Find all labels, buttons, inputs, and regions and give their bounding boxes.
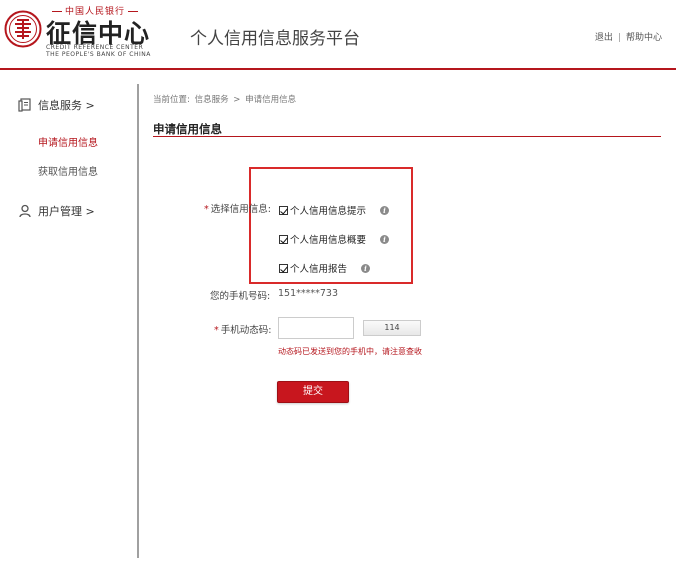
help-center-link[interactable]: 帮助中心 [626,33,662,43]
logout-link[interactable]: 退出 [595,33,613,43]
info-icon[interactable]: i [380,205,390,215]
option-credit-report: 个人信用报告 i [279,261,371,275]
resend-code-countdown-button[interactable]: 114 [363,320,421,336]
breadcrumb-separator: > [233,95,241,105]
required-marker: * [204,204,209,215]
page-title: 申请信用信息 [153,122,222,136]
option-label[interactable]: 个人信用信息提示 [290,203,366,217]
top-links-separator: | [617,33,621,43]
breadcrumb: 当前位置: 信息服务 > 申请信用信息 [153,93,298,105]
page-header: 中国人民银行 征信中心 CREDIT REFERENCE CENTER THE … [0,0,676,70]
dynamic-code-input[interactable] [278,317,354,339]
logo-english-line1: CREDIT REFERENCE CENTER [46,44,144,51]
logo-emblem-icon [4,10,42,48]
select-credit-info-label: * 选择信用信息: [204,201,271,215]
title-divider [153,136,661,137]
dynamic-code-label: * 手机动态码: [214,322,271,336]
option-credit-info-alert: 个人信用信息提示 i [279,203,390,217]
sidebar-item-get-credit-info[interactable]: 获取信用信息 [38,163,98,178]
submit-button[interactable]: 提交 [277,381,349,403]
credit-info-summary-checkbox[interactable] [279,234,288,244]
phone-number-label: 您的手机号码: [210,291,271,302]
breadcrumb-level2: 申请信用信息 [245,95,297,105]
sidebar-section-info-service[interactable]: 信息服务 > [18,97,95,113]
option-credit-info-summary: 个人信用信息概要 i [279,232,390,246]
required-marker: * [214,325,219,336]
breadcrumb-prefix: 当前位置: [153,95,190,105]
option-label[interactable]: 个人信用报告 [290,261,347,275]
header-divider [0,68,676,70]
top-links: 退出 | 帮助中心 [595,30,662,43]
credit-report-checkbox[interactable] [279,263,288,273]
sidebar-section-label: 信息服务 > [38,99,95,112]
breadcrumb-level1[interactable]: 信息服务 [195,95,229,105]
info-icon[interactable]: i [361,263,371,273]
sidebar-item-apply-credit-info[interactable]: 申请信用信息 [38,134,98,149]
logo-english-line2: THE PEOPLE'S BANK OF CHINA [46,51,151,58]
dynamic-code-label-text: 手机动态码: [220,325,272,336]
select-credit-info-label-text: 选择信用信息: [210,204,271,215]
user-icon [19,204,31,218]
code-sent-notice: 动态码已发送到您的手机中，请注意查收 [278,347,422,356]
platform-title: 个人信用信息服务平台 [190,29,360,49]
phone-number-value: 151*****733 [278,288,339,299]
option-label[interactable]: 个人信用信息概要 [290,232,366,246]
sidebar-section-label: 用户管理 > [38,205,95,218]
info-icon[interactable]: i [380,234,390,244]
document-icon [18,98,31,112]
credit-info-alert-checkbox[interactable] [279,205,288,215]
sidebar-section-user-management[interactable]: 用户管理 > [18,203,95,219]
sidebar-divider [137,84,139,558]
